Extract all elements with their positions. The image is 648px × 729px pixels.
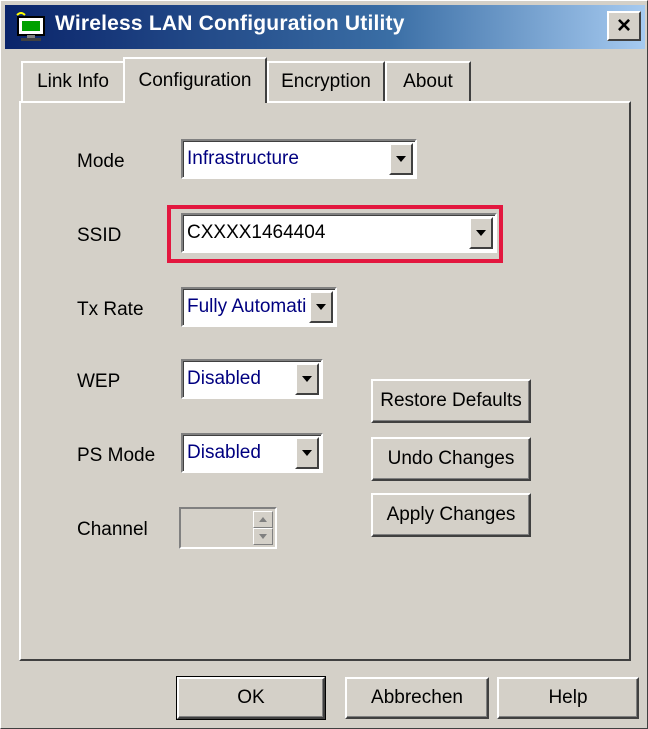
help-button[interactable]: Help (497, 677, 639, 719)
channel-label: Channel (77, 519, 148, 540)
tx-rate-select[interactable]: Fully Automatic (181, 287, 337, 327)
button-label: OK (237, 687, 265, 708)
button-label: Restore Defaults (380, 390, 522, 411)
undo-changes-button[interactable]: Undo Changes (371, 437, 531, 481)
chevron-down-icon[interactable] (309, 291, 333, 323)
close-button[interactable]: × (607, 11, 641, 41)
config-window: Wireless LAN Configuration Utility × Lin… (0, 0, 648, 729)
wep-select[interactable]: Disabled (181, 359, 323, 399)
mode-label: Mode (77, 151, 125, 172)
wep-value: Disabled (187, 368, 261, 389)
tab-label: Encryption (281, 71, 371, 92)
tab-encryption[interactable]: Encryption (267, 61, 385, 101)
ps-mode-value: Disabled (187, 442, 261, 463)
spin-down-icon (253, 528, 273, 545)
ssid-value: CXXXX1464404 (187, 222, 326, 243)
cancel-button[interactable]: Abbrechen (345, 677, 489, 719)
close-icon: × (616, 12, 631, 39)
tab-link-info[interactable]: Link Info (21, 61, 125, 101)
tab-configuration[interactable]: Configuration (123, 57, 267, 103)
configuration-panel: Mode Infrastructure SSID CXXXX1464404 Tx… (19, 101, 631, 661)
window-title: Wireless LAN Configuration Utility (55, 12, 405, 35)
tab-about[interactable]: About (385, 61, 471, 101)
tx-rate-label: Tx Rate (77, 299, 144, 320)
button-label: Help (548, 687, 588, 708)
mode-select[interactable]: Infrastructure (181, 139, 417, 179)
chevron-down-icon[interactable] (389, 143, 413, 175)
chevron-down-icon[interactable] (295, 363, 319, 395)
ssid-label: SSID (77, 225, 122, 246)
chevron-down-icon[interactable] (469, 217, 493, 249)
apply-changes-button[interactable]: Apply Changes (371, 493, 531, 537)
wep-label: WEP (77, 371, 121, 392)
button-label: Abbrechen (371, 687, 463, 708)
ps-mode-label: PS Mode (77, 445, 156, 466)
spin-up-icon (253, 511, 273, 528)
ssid-select[interactable]: CXXXX1464404 (181, 213, 497, 253)
tab-label: Link Info (37, 71, 109, 92)
restore-defaults-button[interactable]: Restore Defaults (371, 379, 531, 423)
tx-rate-value: Fully Automatic (187, 296, 307, 317)
mode-value: Infrastructure (187, 148, 299, 169)
ok-button[interactable]: OK (176, 676, 326, 720)
button-label: Apply Changes (386, 504, 516, 525)
tab-label: About (403, 71, 453, 92)
ps-mode-select[interactable]: Disabled (181, 433, 323, 473)
tab-label: Configuration (138, 70, 252, 91)
channel-spinner (179, 507, 277, 549)
chevron-down-icon[interactable] (295, 437, 319, 469)
wireless-network-icon (16, 12, 45, 41)
button-label: Undo Changes (387, 448, 515, 469)
title-bar[interactable]: Wireless LAN Configuration Utility × (5, 5, 645, 49)
